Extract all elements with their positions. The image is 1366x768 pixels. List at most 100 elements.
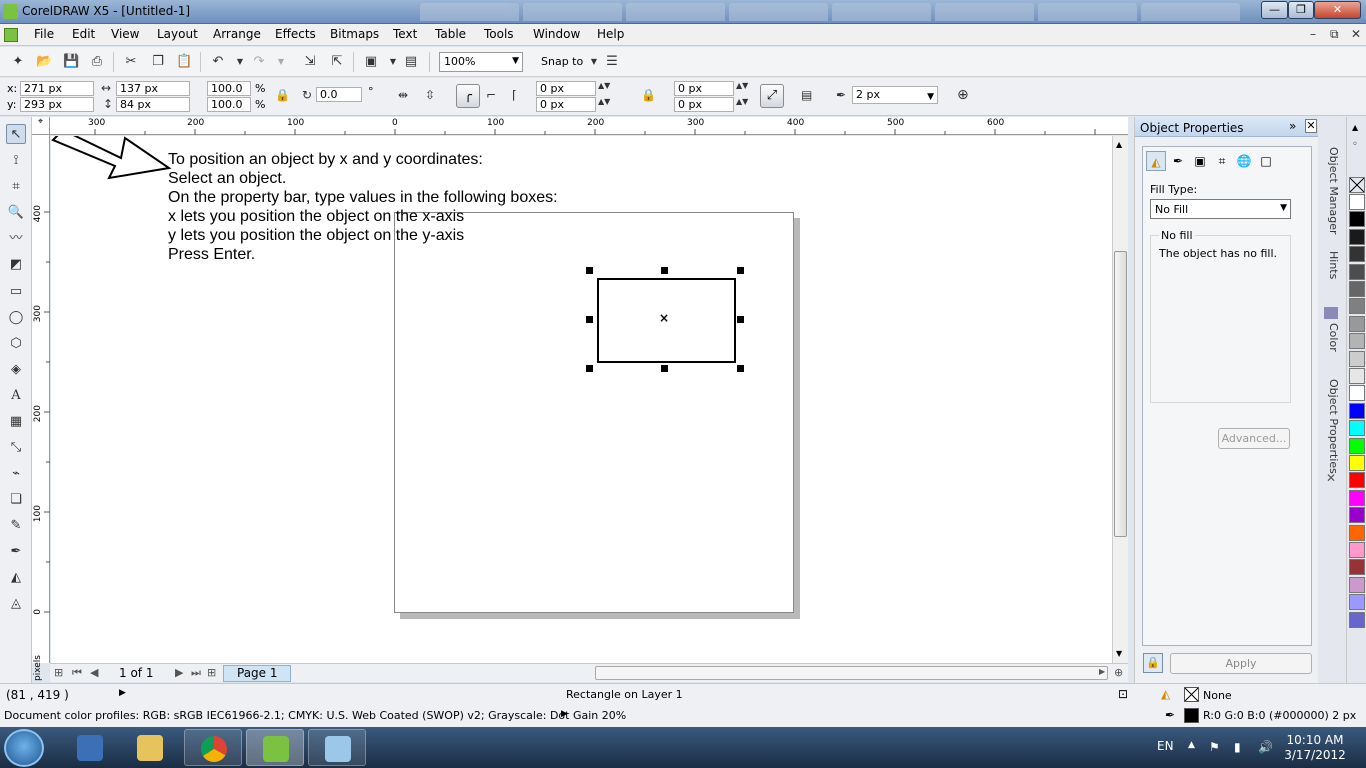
taskbar-coreldraw[interactable] — [246, 729, 304, 766]
vertical-scrollbar[interactable]: ▲ ▼ — [1112, 136, 1128, 663]
lock-ratio-icon[interactable]: 🔒 — [275, 88, 290, 102]
outline-width-select[interactable]: 2 px ▼ — [852, 86, 938, 104]
volume-icon[interactable]: 🔊 — [1258, 740, 1273, 754]
color-swatch[interactable] — [1349, 559, 1365, 576]
ruler-origin[interactable]: ⌖ — [32, 117, 50, 135]
doc-minimize-button[interactable]: – — [1310, 27, 1316, 41]
menu-file[interactable]: File — [34, 27, 54, 41]
next-page-icon[interactable]: ▶ — [175, 666, 183, 679]
color-swatch[interactable] — [1349, 507, 1365, 524]
page-insert-after-icon[interactable]: ⊞ — [207, 666, 216, 679]
menu-window[interactable]: Window — [533, 27, 580, 41]
smart-fill-tool-icon[interactable]: ◩ — [6, 255, 26, 275]
width-field[interactable]: 137 px — [116, 81, 190, 96]
expand-arrow-icon[interactable]: ▶ — [561, 709, 568, 719]
color-swatch[interactable] — [1349, 228, 1365, 245]
fill-type-select[interactable]: No Fill ▼ — [1150, 199, 1291, 219]
undo-dropdown-icon[interactable]: ▼ — [232, 54, 248, 70]
doc-close-button[interactable]: ✕ — [1351, 27, 1361, 41]
color-swatch[interactable] — [1349, 420, 1365, 437]
color-swatch[interactable] — [1349, 542, 1365, 558]
color-swatch[interactable] — [1349, 263, 1365, 280]
menu-help[interactable]: Help — [597, 27, 624, 41]
close-tabs-icon[interactable]: ✕ — [1326, 471, 1336, 485]
fill-tab-icon[interactable]: ◭ — [1146, 151, 1166, 171]
shape-tool-icon[interactable]: ⟟ — [6, 151, 26, 171]
wrap-text-icon[interactable]: ▤ — [801, 88, 812, 102]
undo-icon[interactable]: ↶ — [210, 54, 226, 70]
vertical-ruler[interactable]: 400 300 200 100 0 pixels — [32, 135, 50, 681]
scroll-right-icon[interactable]: ▶ — [1099, 667, 1105, 676]
selection-handle[interactable] — [737, 267, 744, 274]
color-swatch[interactable] — [1349, 489, 1365, 506]
palette-scroll-up-icon[interactable]: ▲ — [1352, 123, 1358, 132]
menu-view[interactable]: View — [111, 27, 139, 41]
tab-object-properties[interactable]: Object Properties — [1322, 379, 1340, 474]
rotation-center-marker[interactable]: × — [659, 311, 669, 325]
crop-tool-icon[interactable]: ⌗ — [6, 177, 26, 197]
menu-edit[interactable]: Edit — [72, 27, 95, 41]
outline-tab-icon[interactable]: ✒ — [1168, 151, 1188, 171]
new-document-icon[interactable]: ✦ — [10, 54, 26, 70]
selection-handle[interactable] — [737, 365, 744, 372]
rotation-angle-field[interactable]: 0.0 — [316, 87, 362, 102]
status-options-icon[interactable]: ⊡ — [1118, 687, 1128, 701]
color-swatch[interactable] — [1349, 368, 1365, 384]
import-icon[interactable]: ⇲ — [302, 54, 318, 70]
lock-icon[interactable]: 🔒 — [1143, 653, 1163, 673]
export-icon[interactable]: ⇱ — [329, 54, 345, 70]
menu-tools[interactable]: Tools — [484, 27, 514, 41]
menu-bitmaps[interactable]: Bitmaps — [330, 27, 379, 41]
y-position-field[interactable]: 293 px — [20, 97, 94, 112]
horizontal-scroll-thumb[interactable] — [595, 666, 1108, 680]
spinner-icon[interactable]: ▲▼ — [598, 81, 610, 90]
apply-button[interactable]: Apply — [1170, 653, 1312, 674]
show-hidden-icons[interactable]: ▲ — [1188, 740, 1195, 750]
mirror-vertical-icon[interactable]: ⇳ — [425, 88, 435, 102]
color-swatch[interactable] — [1349, 211, 1365, 228]
selection-handle[interactable] — [586, 316, 593, 323]
internet-tab-icon[interactable]: 🌐 — [1234, 151, 1254, 171]
maximize-button[interactable]: ❐ — [1288, 1, 1314, 19]
spinner-icon[interactable]: ▲▼ — [736, 81, 748, 90]
advanced-button[interactable]: Advanced... — [1218, 428, 1290, 449]
previous-page-icon[interactable]: ◀ — [90, 666, 98, 679]
scroll-down-icon[interactable]: ▼ — [1116, 649, 1122, 658]
eyedropper-tool-icon[interactable]: ✎ — [6, 516, 26, 536]
color-swatch[interactable] — [1349, 455, 1365, 471]
text-tool-icon[interactable]: A — [6, 386, 26, 406]
color-swatch[interactable] — [1349, 385, 1365, 402]
menu-table[interactable]: Table — [435, 27, 466, 41]
document-icon[interactable] — [4, 28, 18, 42]
horizontal-ruler[interactable]: 300 200 100 0 100 200 300 400 500 600 pi… — [50, 117, 1180, 135]
color-swatch[interactable] — [1349, 402, 1365, 419]
freehand-tool-icon[interactable]: 〰 — [6, 229, 26, 249]
color-swatch[interactable] — [1349, 611, 1365, 628]
color-swatch[interactable] — [1349, 333, 1365, 350]
taskbar-app-1[interactable] — [61, 729, 119, 766]
color-swatch[interactable] — [1349, 194, 1365, 210]
color-swatch[interactable] — [1349, 594, 1365, 611]
cut-icon[interactable]: ✂ — [123, 54, 139, 70]
document-color-profiles[interactable]: Document color profiles: RGB: sRGB IEC61… — [4, 709, 626, 722]
corner-radius-top-right[interactable]: 0 px — [674, 81, 734, 96]
docker-close-icon[interactable]: ✕ — [1305, 119, 1317, 133]
start-button[interactable] — [4, 729, 44, 767]
corner-radius-bottom-right[interactable]: 0 px — [674, 97, 734, 112]
connector-tool-icon[interactable]: ⌁ — [6, 464, 26, 484]
color-swatch[interactable] — [1349, 350, 1365, 367]
options-icon[interactable]: ☰ — [604, 54, 620, 70]
fill-tool-icon[interactable]: ◭ — [6, 568, 26, 588]
scale-x-field[interactable]: 100.0 — [207, 81, 251, 96]
color-swatch[interactable] — [1349, 472, 1365, 489]
zoom-tool-icon[interactable]: 🔍 — [6, 203, 26, 223]
no-color-swatch[interactable] — [1349, 177, 1365, 193]
minimize-button[interactable]: — — [1261, 1, 1288, 19]
lock-corners-icon[interactable]: 🔒 — [641, 88, 656, 102]
action-center-icon[interactable]: ⚑ — [1209, 740, 1220, 754]
tab-hints[interactable]: Hints — [1322, 251, 1340, 279]
relative-corner-scaling-button[interactable]: ⤢ — [760, 84, 784, 108]
selection-handle[interactable] — [737, 316, 744, 323]
ellipse-tool-icon[interactable]: ◯ — [6, 308, 26, 328]
last-page-icon[interactable]: ⏭ — [191, 666, 201, 680]
